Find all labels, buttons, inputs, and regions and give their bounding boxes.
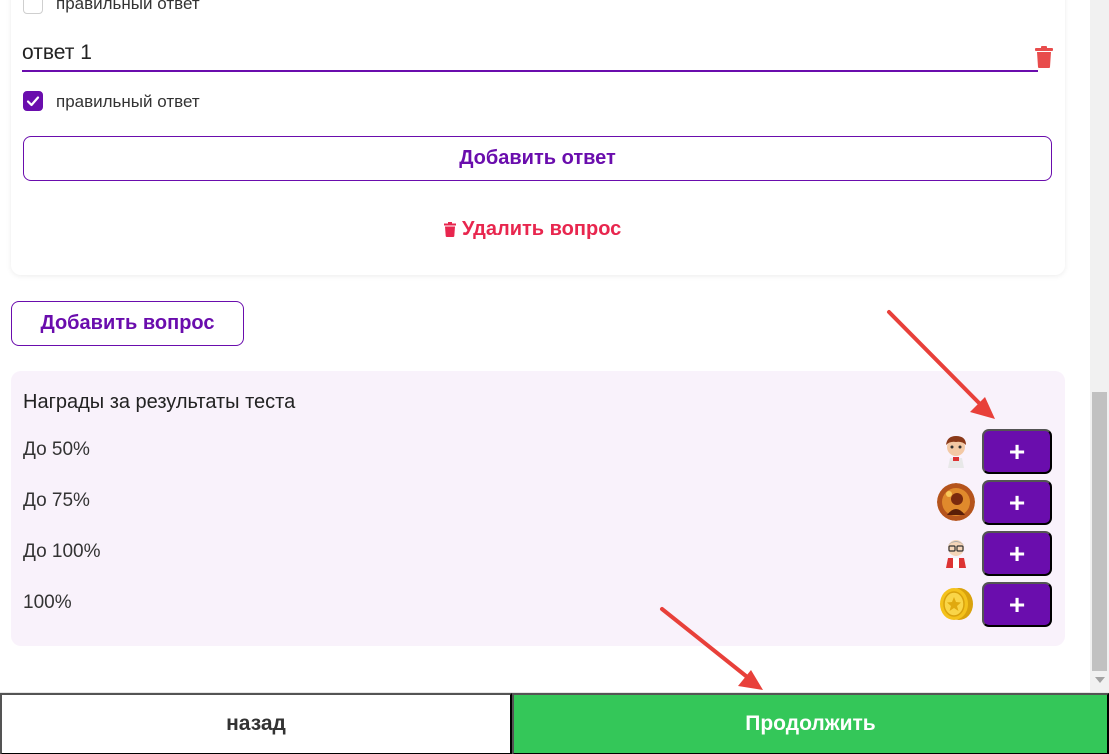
reward-row: 100% + — [11, 582, 1065, 627]
page-content: правильный ответ правильный ответ Добави… — [0, 0, 1090, 692]
prev-correct-checkbox-label: правильный ответ — [56, 0, 200, 13]
scroll-down-arrow-icon[interactable] — [1095, 676, 1105, 684]
scrollbar-thumb[interactable] — [1092, 392, 1107, 671]
coins-icon — [937, 585, 975, 623]
rewards-panel: Награды за результаты теста До 50% + До … — [11, 371, 1065, 646]
answer-input[interactable] — [22, 36, 1038, 72]
reward-row: До 50% + — [11, 429, 1065, 474]
add-answer-button[interactable]: Добавить ответ — [23, 136, 1052, 181]
scrollbar[interactable] — [1090, 0, 1109, 692]
question-card: правильный ответ правильный ответ Добави… — [11, 0, 1065, 275]
add-reward-button[interactable]: + — [982, 429, 1052, 474]
footer-bar: назад Продолжить — [0, 692, 1109, 754]
add-reward-button[interactable]: + — [982, 531, 1052, 576]
reward-threshold-label: До 100% — [23, 541, 101, 562]
checkmark-icon — [26, 96, 40, 107]
correct-answer-checkbox[interactable] — [23, 91, 43, 111]
add-reward-button[interactable]: + — [982, 582, 1052, 627]
reward-row: До 100% + — [11, 531, 1065, 576]
reward-threshold-label: 100% — [23, 592, 72, 613]
reward-threshold-label: До 50% — [23, 439, 90, 460]
rewards-title: Награды за результаты теста — [23, 391, 296, 413]
avatar-warrior-icon — [937, 483, 975, 521]
correct-answer-label: правильный ответ — [56, 92, 200, 111]
add-question-button[interactable]: Добавить вопрос — [11, 301, 244, 346]
back-button[interactable]: назад — [0, 693, 512, 754]
add-reward-button[interactable]: + — [982, 480, 1052, 525]
delete-question-label: Удалить вопрос — [462, 217, 622, 240]
prev-correct-checkbox[interactable] — [23, 0, 43, 14]
delete-question-button[interactable]: Удалить вопрос — [444, 216, 621, 242]
trash-icon[interactable] — [1035, 46, 1053, 68]
continue-button[interactable]: Продолжить — [512, 693, 1109, 754]
avatar-boy-icon — [937, 432, 975, 470]
avatar-nerd-icon — [937, 534, 975, 572]
reward-row: До 75% + — [11, 480, 1065, 525]
trash-icon — [444, 221, 456, 237]
reward-threshold-label: До 75% — [23, 490, 90, 511]
